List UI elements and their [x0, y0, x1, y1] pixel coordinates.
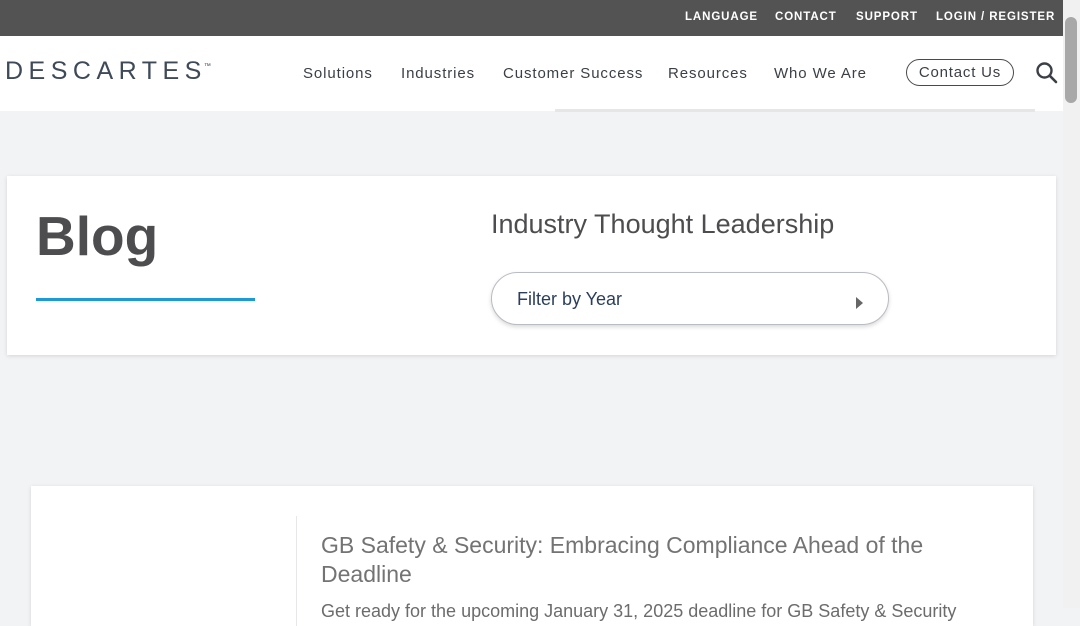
header-divider — [555, 109, 1035, 112]
logo-trademark: ™ — [203, 63, 211, 70]
page-subtitle: Industry Thought Leadership — [491, 209, 835, 239]
contact-link[interactable]: CONTACT — [775, 11, 837, 23]
language-link[interactable]: LANGUAGE — [685, 11, 758, 23]
nav-resources[interactable]: Resources — [668, 65, 748, 82]
scrollbar[interactable] — [1063, 0, 1080, 608]
utility-bar: LANGUAGE CONTACT SUPPORT LOGIN / REGISTE… — [0, 0, 1063, 36]
contact-us-button[interactable]: Contact Us — [906, 59, 1014, 86]
post-divider — [296, 516, 297, 626]
nav-solutions[interactable]: Solutions — [303, 65, 373, 82]
search-icon[interactable] — [1035, 61, 1059, 85]
title-underline — [36, 298, 255, 301]
nav-customer-success[interactable]: Customer Success — [503, 65, 643, 82]
blog-hero-card: Blog Industry Thought Leadership Filter … — [7, 176, 1056, 355]
scrollbar-thumb[interactable] — [1065, 17, 1077, 103]
descartes-logo[interactable]: DESCARTES ™ — [5, 54, 211, 88]
login-register-link[interactable]: LOGIN / REGISTER — [936, 11, 1055, 23]
nav-industries[interactable]: Industries — [401, 65, 475, 82]
post-title-link[interactable]: GB Safety & Security: Embracing Complian… — [321, 531, 961, 589]
blog-post-card: GB Safety & Security: Embracing Complian… — [31, 486, 1033, 626]
post-excerpt: Get ready for the upcoming January 31, 2… — [321, 601, 957, 621]
filter-select-label: Filter by Year — [517, 289, 623, 309]
nav-who-we-are[interactable]: Who We Are — [774, 65, 867, 82]
main-header: DESCARTES ™ Solutions Industries Custome… — [0, 36, 1063, 111]
caret-right-icon — [856, 297, 863, 309]
filter-by-year-select[interactable]: Filter by Year — [491, 272, 889, 325]
page-title: Blog — [36, 205, 159, 267]
support-link[interactable]: SUPPORT — [856, 11, 918, 23]
logo-text: DESCARTES — [5, 56, 207, 85]
